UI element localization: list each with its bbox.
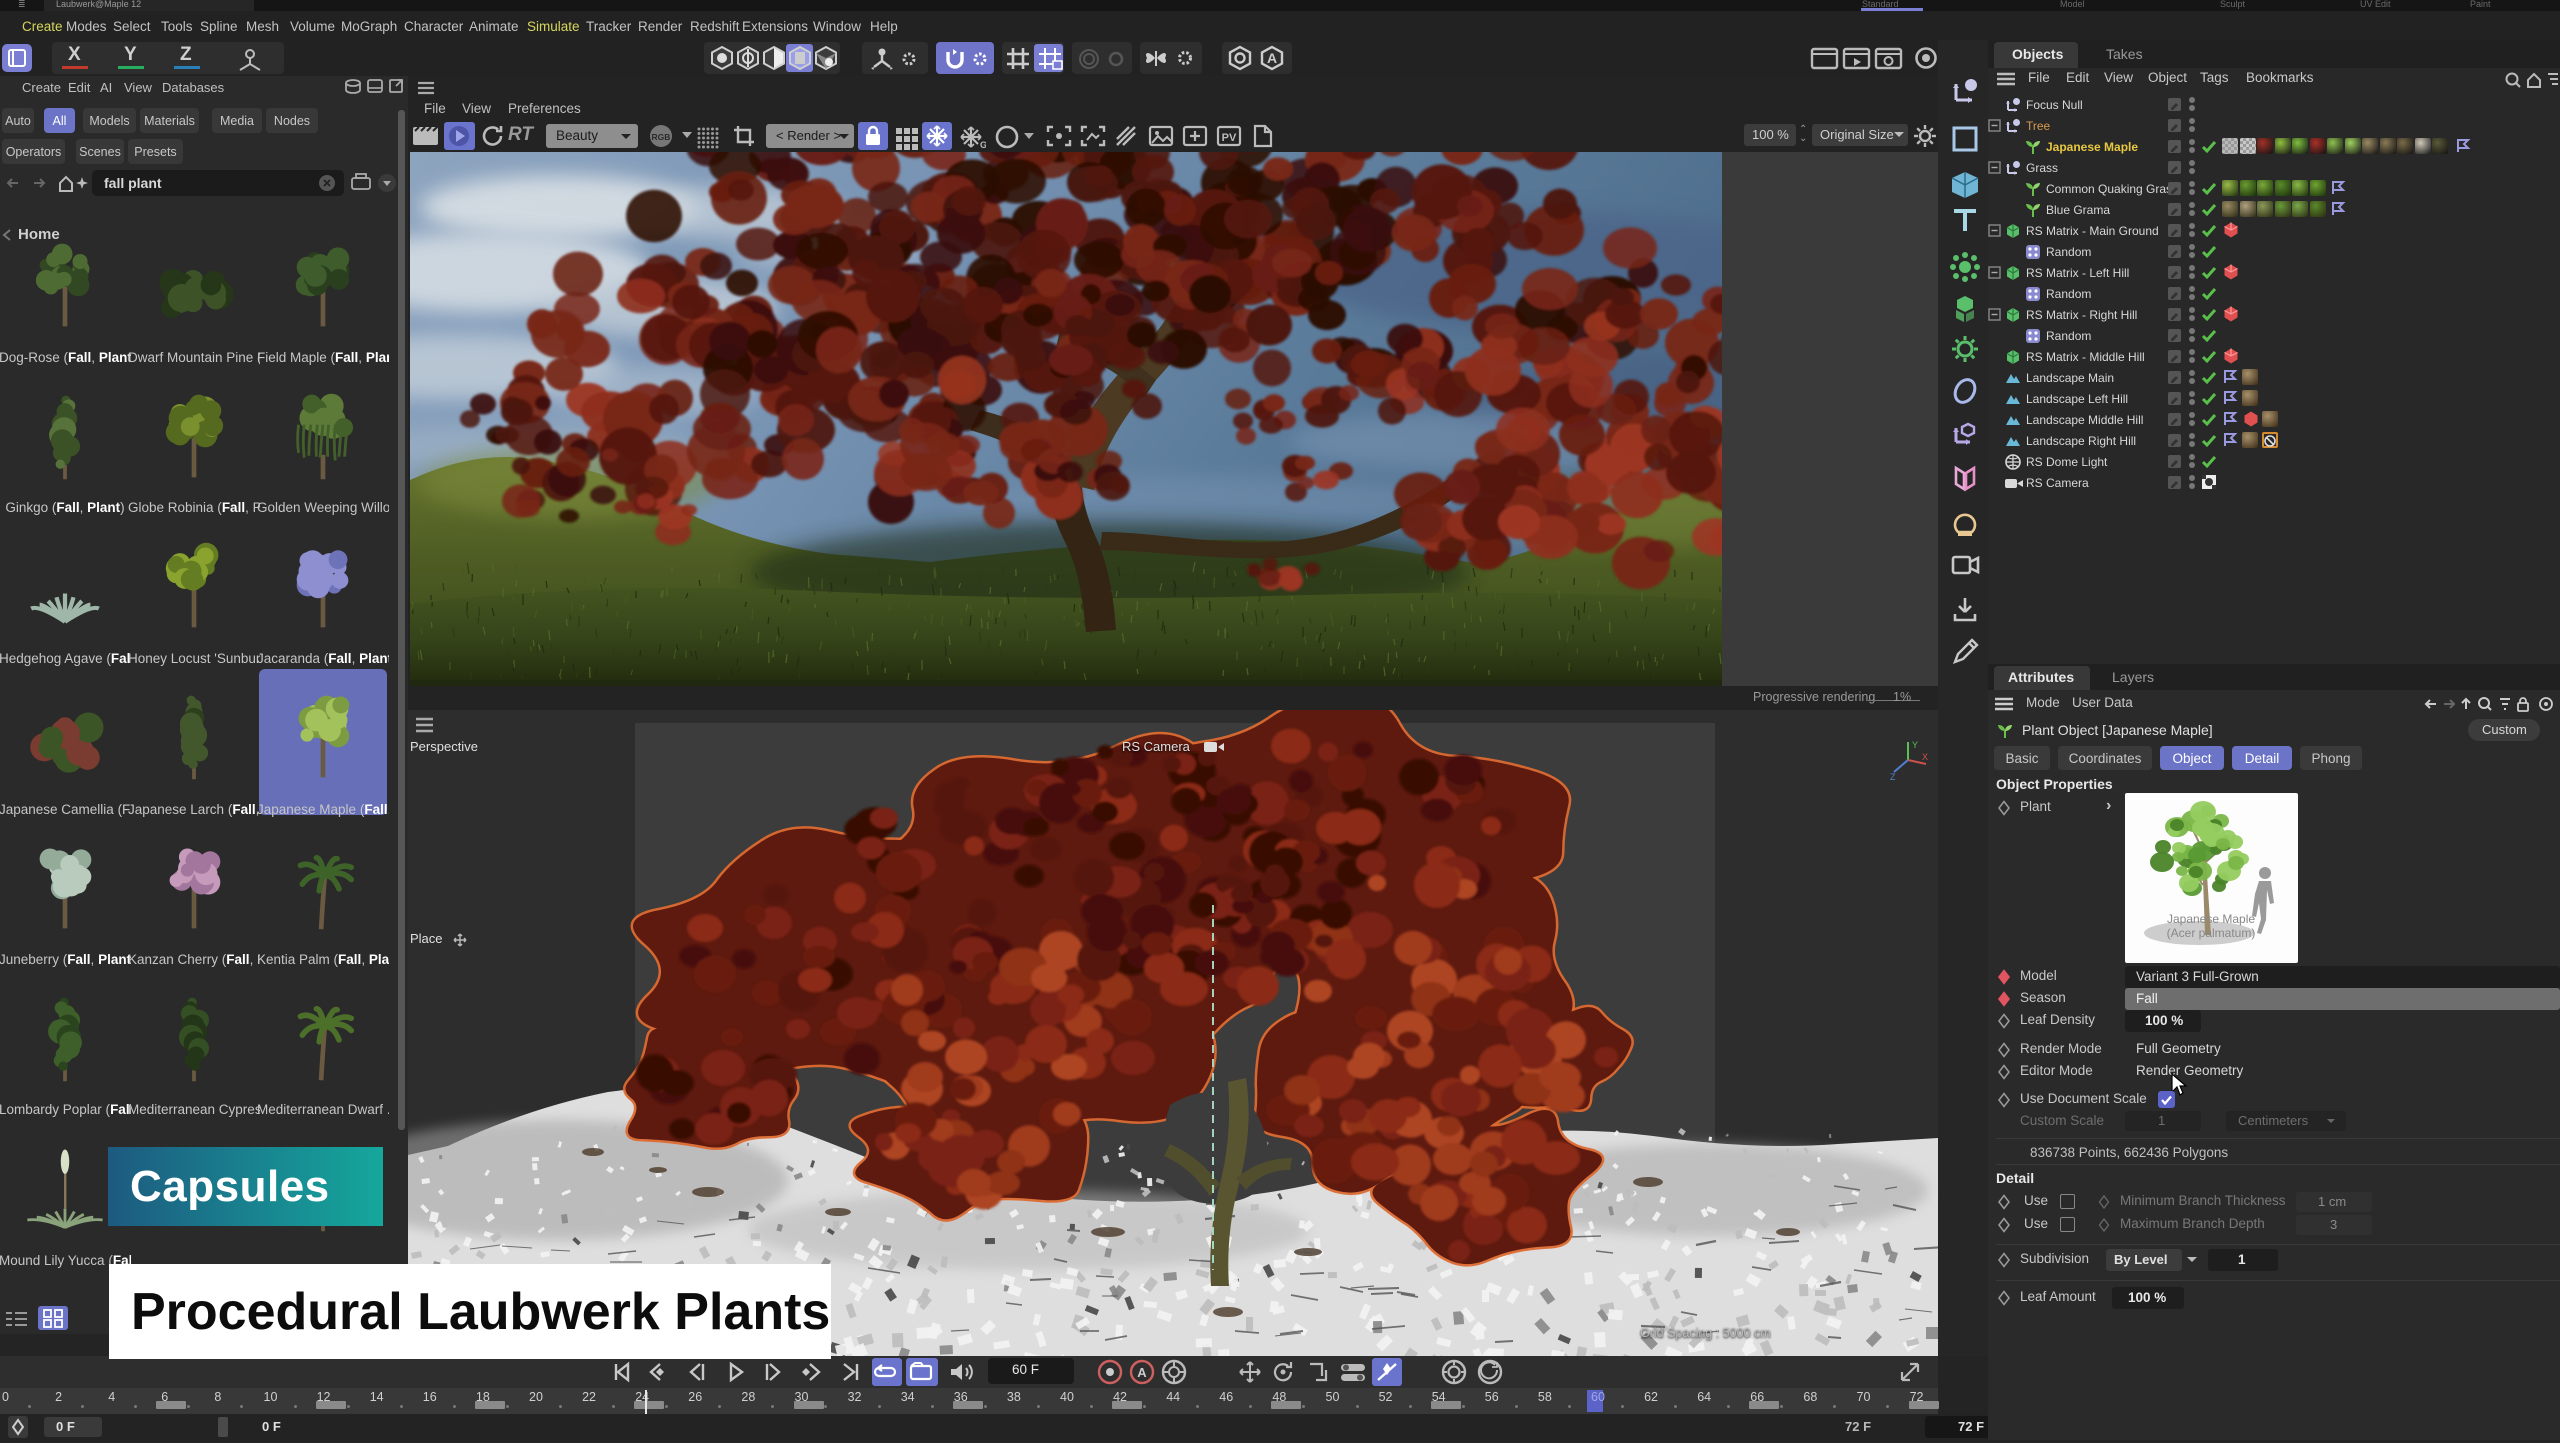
svg-text:G: G <box>980 140 986 150</box>
svg-text:Y: Y <box>1912 740 1918 750</box>
svg-text:X: X <box>1922 752 1928 762</box>
svg-text:A: A <box>1137 1365 1147 1380</box>
svg-text:(Acer palmatum): (Acer palmatum) <box>2167 926 2256 940</box>
svg-text:A: A <box>1267 50 1277 66</box>
svg-text:Japanese Maple: Japanese Maple <box>2167 912 2255 926</box>
svg-text:Z: Z <box>1890 772 1896 782</box>
svg-text:RGB: RGB <box>652 132 671 142</box>
svg-text:PV: PV <box>1222 132 1237 144</box>
